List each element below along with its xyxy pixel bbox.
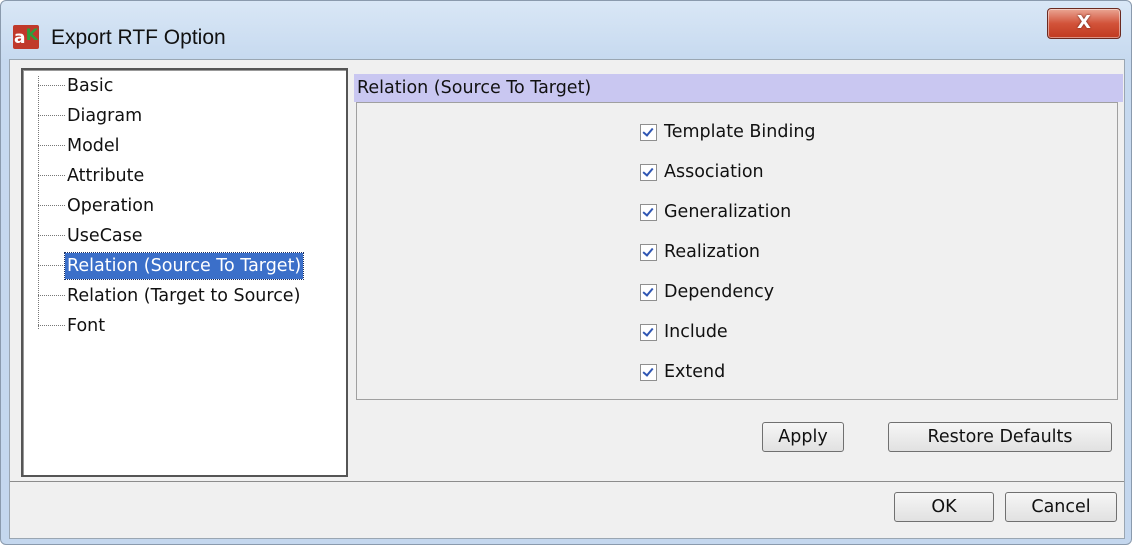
option-label: Realization bbox=[664, 242, 761, 262]
tree-item-diagram[interactable]: Diagram bbox=[23, 101, 346, 131]
tree-branch bbox=[38, 145, 65, 146]
tree-branch bbox=[38, 175, 65, 176]
tree-item-label: Font bbox=[67, 316, 106, 336]
apply-button[interactable]: Apply bbox=[762, 422, 844, 452]
tree-item-operation[interactable]: Operation bbox=[23, 191, 346, 221]
tree-item-label: Basic bbox=[67, 76, 114, 96]
title-bar[interactable]: aK Export RTF Option X bbox=[1, 1, 1131, 61]
checkbox-checked[interactable] bbox=[640, 244, 657, 261]
tree-branch bbox=[38, 205, 65, 206]
dialog-client-area: Basic Diagram Model Attribute Operation … bbox=[9, 59, 1125, 539]
relation-options-group: Template Binding Association Generalizat… bbox=[356, 102, 1118, 400]
section-title: Relation (Source To Target) bbox=[357, 78, 592, 98]
option-label: Include bbox=[664, 322, 728, 342]
option-realization[interactable]: Realization bbox=[640, 239, 940, 267]
tree-item-label: Attribute bbox=[67, 166, 145, 186]
option-label: Association bbox=[664, 162, 764, 182]
close-icon: X bbox=[1077, 12, 1091, 33]
tree-item-basic[interactable]: Basic bbox=[23, 71, 346, 101]
tree-item-label: Relation (Source To Target) bbox=[63, 252, 305, 280]
ok-button[interactable]: OK bbox=[894, 492, 994, 522]
tree-branch bbox=[38, 115, 65, 116]
tree-item-relation-source-to-target[interactable]: Relation (Source To Target) bbox=[23, 251, 346, 281]
checkbox-checked[interactable] bbox=[640, 204, 657, 221]
option-label: Dependency bbox=[664, 282, 775, 302]
tree-item-label: Model bbox=[67, 136, 120, 156]
dialog-window: aK Export RTF Option X Basic Diagram Mod… bbox=[0, 0, 1132, 545]
options-tree[interactable]: Basic Diagram Model Attribute Operation … bbox=[21, 68, 348, 477]
tree-item-label: Operation bbox=[67, 196, 155, 216]
cancel-button[interactable]: Cancel bbox=[1005, 492, 1117, 522]
tree-item-label: Relation (Target to Source) bbox=[67, 286, 301, 306]
tree-branch bbox=[38, 295, 65, 296]
checkbox-checked[interactable] bbox=[640, 284, 657, 301]
option-extend[interactable]: Extend bbox=[640, 359, 940, 387]
tree-item-attribute[interactable]: Attribute bbox=[23, 161, 346, 191]
tree-item-font[interactable]: Font bbox=[23, 311, 346, 341]
app-icon: aK bbox=[13, 25, 39, 49]
option-label: Template Binding bbox=[664, 122, 816, 142]
footer-divider bbox=[10, 481, 1124, 482]
checkbox-checked[interactable] bbox=[640, 164, 657, 181]
option-template-binding[interactable]: Template Binding bbox=[640, 119, 940, 147]
tree-item-label: Diagram bbox=[67, 106, 143, 126]
option-include[interactable]: Include bbox=[640, 319, 940, 347]
tree-branch bbox=[38, 85, 65, 86]
window-title: Export RTF Option bbox=[51, 26, 226, 49]
section-header: Relation (Source To Target) bbox=[354, 74, 1123, 102]
tree-item-model[interactable]: Model bbox=[23, 131, 346, 161]
option-generalization[interactable]: Generalization bbox=[640, 199, 940, 227]
tree-item-label: UseCase bbox=[67, 226, 143, 246]
option-dependency[interactable]: Dependency bbox=[640, 279, 940, 307]
restore-defaults-button[interactable]: Restore Defaults bbox=[888, 422, 1112, 452]
checkbox-checked[interactable] bbox=[640, 324, 657, 341]
close-button[interactable]: X bbox=[1047, 8, 1121, 39]
tree-branch bbox=[38, 235, 65, 236]
option-label: Extend bbox=[664, 362, 726, 382]
tree-branch bbox=[38, 325, 65, 326]
checkbox-checked[interactable] bbox=[640, 364, 657, 381]
checkbox-checked[interactable] bbox=[640, 124, 657, 141]
option-association[interactable]: Association bbox=[640, 159, 940, 187]
tree-item-usecase[interactable]: UseCase bbox=[23, 221, 346, 251]
option-label: Generalization bbox=[664, 202, 792, 222]
tree-item-relation-target-to-source[interactable]: Relation (Target to Source) bbox=[23, 281, 346, 311]
tree-branch bbox=[38, 265, 65, 266]
